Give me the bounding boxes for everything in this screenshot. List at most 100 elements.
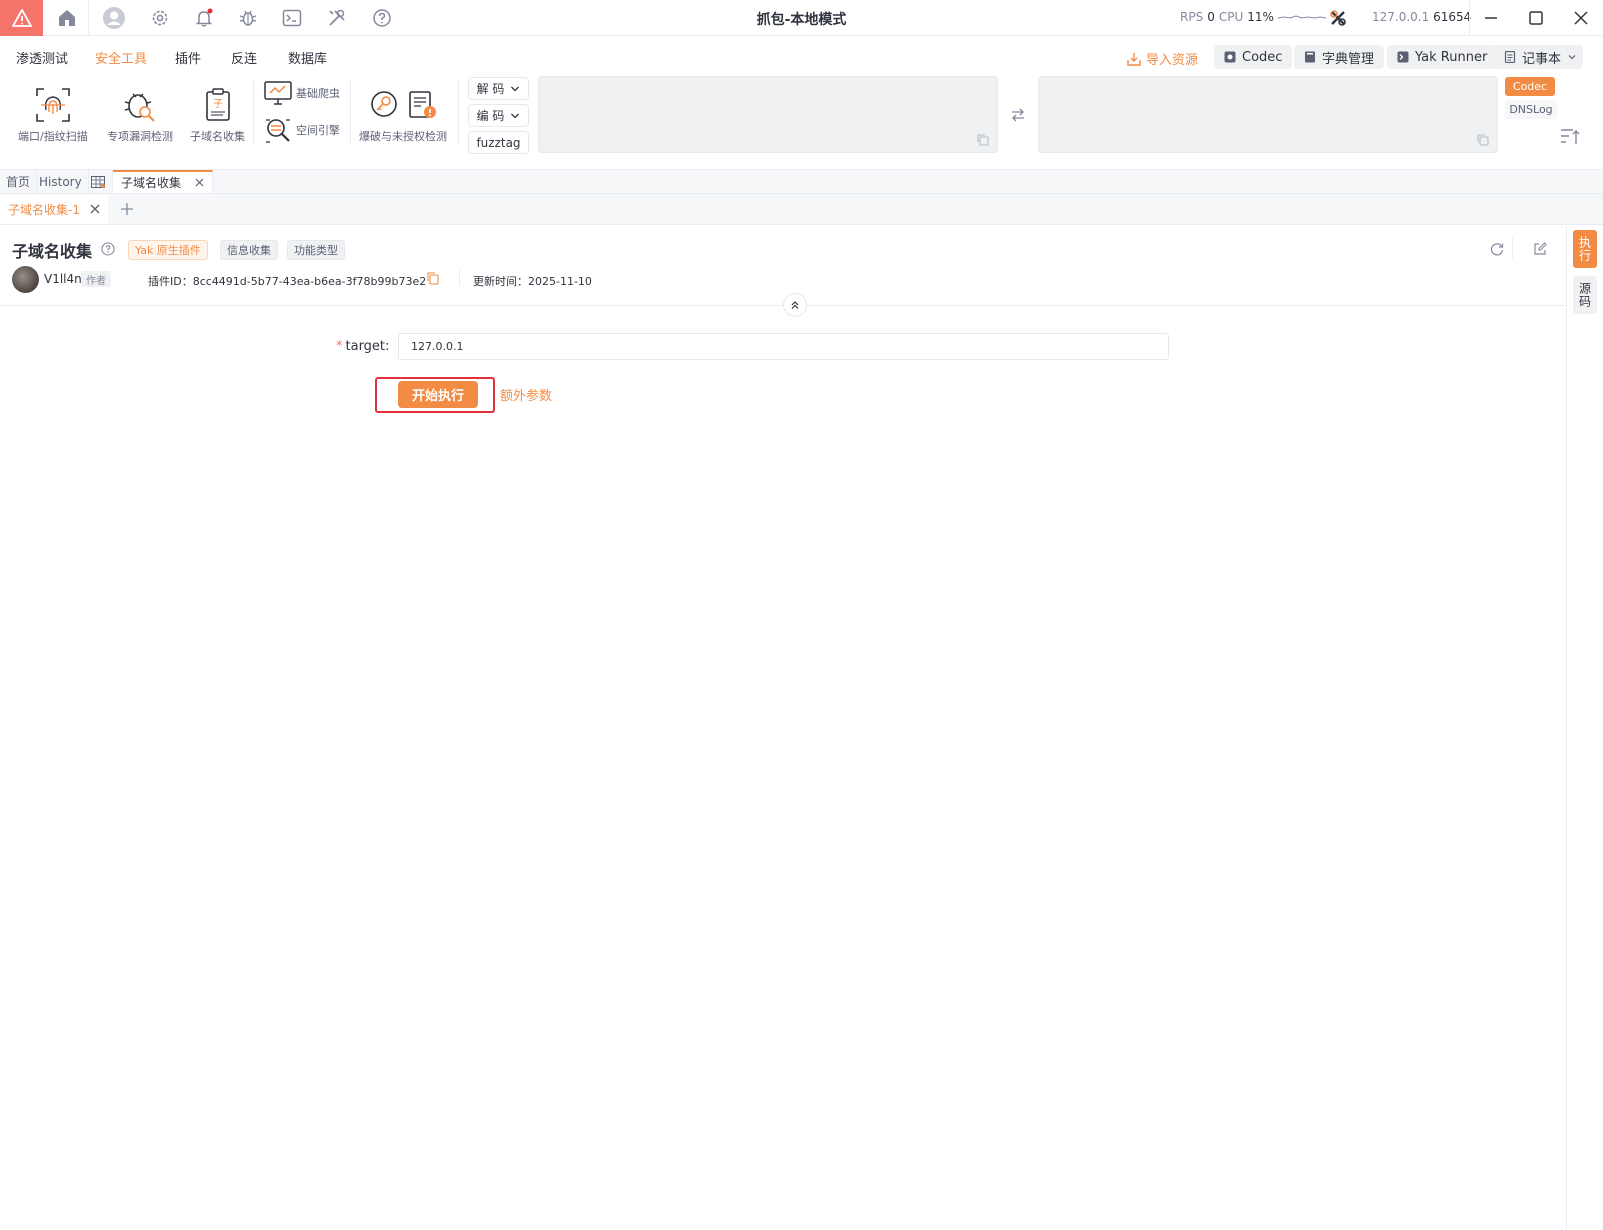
codec-input-area[interactable] (538, 76, 998, 153)
runner-icon (1397, 51, 1409, 63)
close-window-button[interactable] (1568, 6, 1594, 30)
decode-select[interactable]: 解 码 (468, 77, 529, 100)
encode-select[interactable]: 编 码 (468, 104, 529, 127)
cpu-label: CPU (1218, 10, 1244, 24)
author-avatar (12, 266, 39, 293)
import-resource-label: 导入资源 (1146, 53, 1199, 68)
tab-subdomain-label: 子域名收集 (121, 176, 182, 190)
fuzztag-label: fuzztag (476, 135, 521, 150)
tab-table[interactable] (84, 170, 113, 193)
vuln-detect-label: 专项漏洞检测 (107, 130, 173, 143)
port-scan-tool[interactable]: 端口/指纹扫描 (18, 82, 88, 144)
collapse-header-button[interactable] (783, 293, 807, 317)
notepad-button[interactable]: 记事本 (1494, 45, 1584, 69)
copy-icon[interactable] (1477, 134, 1489, 146)
menu-plugins[interactable]: 插件 (175, 48, 201, 67)
plugin-title: 子域名收集 (12, 242, 93, 261)
extra-params-link[interactable]: 额外参数 (500, 385, 552, 404)
svg-text:子: 子 (213, 98, 223, 110)
codec-tab[interactable]: Codec (1505, 77, 1555, 96)
copy-id-icon[interactable] (427, 272, 439, 285)
settings-gear-icon[interactable] (148, 6, 172, 30)
engine-logo-icon[interactable] (1326, 6, 1350, 30)
minimize-button[interactable] (1478, 6, 1504, 30)
crawler-label: 基础爬虫 (296, 87, 340, 100)
home-icon[interactable] (55, 6, 79, 30)
main-menu: 渗透测试 安全工具 插件 反连 数据库 导入资源 Codec 字典管理 Yak … (0, 44, 1603, 70)
cpu-sparkline-icon (1277, 15, 1326, 19)
yak-runner-label: Yak Runner (1415, 49, 1488, 65)
codec-icon (1224, 51, 1236, 63)
fuzztag-button[interactable]: fuzztag (468, 131, 529, 154)
rail-tab-execute[interactable]: 执行 (1573, 230, 1597, 268)
brute-force-tool[interactable]: 爆破与未授权检测 (359, 82, 447, 144)
rps-label: RPS (1180, 10, 1204, 24)
menu-security-tools[interactable]: 安全工具 (95, 48, 147, 67)
alert-icon[interactable] (0, 0, 43, 36)
bug-icon[interactable] (236, 6, 260, 30)
user-avatar-icon[interactable] (102, 6, 126, 30)
subdomain-icon: 子 (205, 88, 230, 121)
dnslog-tab[interactable]: DNSLog (1505, 100, 1557, 119)
tab-subdomain[interactable]: 子域名收集 (113, 170, 214, 193)
close-icon[interactable] (195, 178, 204, 187)
plugin-id: 插件ID：8cc4491d-5b77-43ea-b6ea-3f78b99b73e… (148, 275, 427, 288)
book-icon (1305, 51, 1315, 63)
help-icon[interactable] (370, 6, 394, 30)
rps-value: 0 (1207, 10, 1215, 24)
dictionary-manager-button[interactable]: 字典管理 (1294, 45, 1385, 69)
help-icon[interactable] (101, 242, 115, 256)
double-chevron-up-icon (791, 301, 799, 309)
copy-icon[interactable] (977, 134, 989, 146)
notepad-icon (1504, 51, 1516, 63)
import-icon (1127, 52, 1141, 66)
space-search-icon (266, 119, 290, 143)
codec-quick-button[interactable]: Codec (1214, 45, 1293, 69)
terminal-icon[interactable] (280, 6, 304, 30)
encode-label: 编 码 (476, 109, 505, 123)
target-input[interactable] (398, 333, 1169, 360)
menu-pentest[interactable]: 渗透测试 (16, 48, 68, 67)
menu-database[interactable]: 数据库 (288, 48, 327, 67)
update-time: 更新时间：2025-11-10 (473, 275, 592, 288)
tab-history[interactable]: History (33, 170, 89, 193)
author-name: V1ll4n (44, 272, 82, 286)
edit-icon[interactable] (1533, 242, 1547, 256)
import-resource-button[interactable]: 导入资源 (1127, 49, 1198, 68)
cpu-value: 11% (1247, 10, 1274, 24)
unauth-doc-icon (409, 91, 436, 118)
start-execute-button[interactable]: 开始执行 (398, 381, 478, 408)
crawler-monitor-icon (264, 81, 292, 105)
subdomain-tool[interactable]: 子 子域名收集 (190, 82, 245, 144)
target-label: * target: (336, 339, 390, 354)
yak-runner-button[interactable]: Yak Runner (1387, 45, 1498, 69)
codec-output-area[interactable] (1038, 76, 1498, 153)
table-icon (91, 175, 105, 188)
tab-home[interactable]: 首页 (0, 170, 38, 193)
sort-icon[interactable] (1560, 128, 1580, 146)
main-tab-bar: 首页 History 子域名收集 (0, 169, 1603, 194)
required-mark: * (336, 339, 343, 354)
basic-crawler-tool[interactable]: 基础爬虫 (264, 80, 340, 106)
subtab-subdomain-1[interactable]: 子域名收集-1 (0, 194, 108, 224)
port-scan-label: 端口/指纹扫描 (18, 130, 88, 143)
notification-bell-icon[interactable] (192, 6, 216, 30)
refresh-icon[interactable] (1490, 242, 1504, 256)
tools-icon[interactable] (325, 6, 349, 30)
chevron-down-icon (511, 113, 520, 118)
codec-quick-label: Codec (1242, 49, 1283, 65)
notepad-label: 记事本 (1522, 51, 1562, 67)
chevron-down-icon (1568, 55, 1576, 60)
rail-tab-source[interactable]: 源码 (1573, 276, 1597, 314)
close-icon[interactable] (90, 204, 100, 214)
space-engine-label: 空间引擎 (296, 124, 340, 137)
maximize-button[interactable] (1523, 6, 1549, 30)
vuln-detect-tool[interactable]: 专项漏洞检测 (107, 82, 173, 144)
menu-reverse[interactable]: 反连 (231, 48, 257, 67)
space-engine-tool[interactable]: 空间引擎 (264, 116, 340, 144)
swap-icon[interactable] (1010, 108, 1026, 122)
add-tab-icon[interactable] (120, 202, 134, 216)
right-side-rail: 执行 源码 (1566, 226, 1603, 1230)
chevron-down-icon (511, 86, 520, 91)
tab-home-label: 首页 (6, 175, 31, 189)
